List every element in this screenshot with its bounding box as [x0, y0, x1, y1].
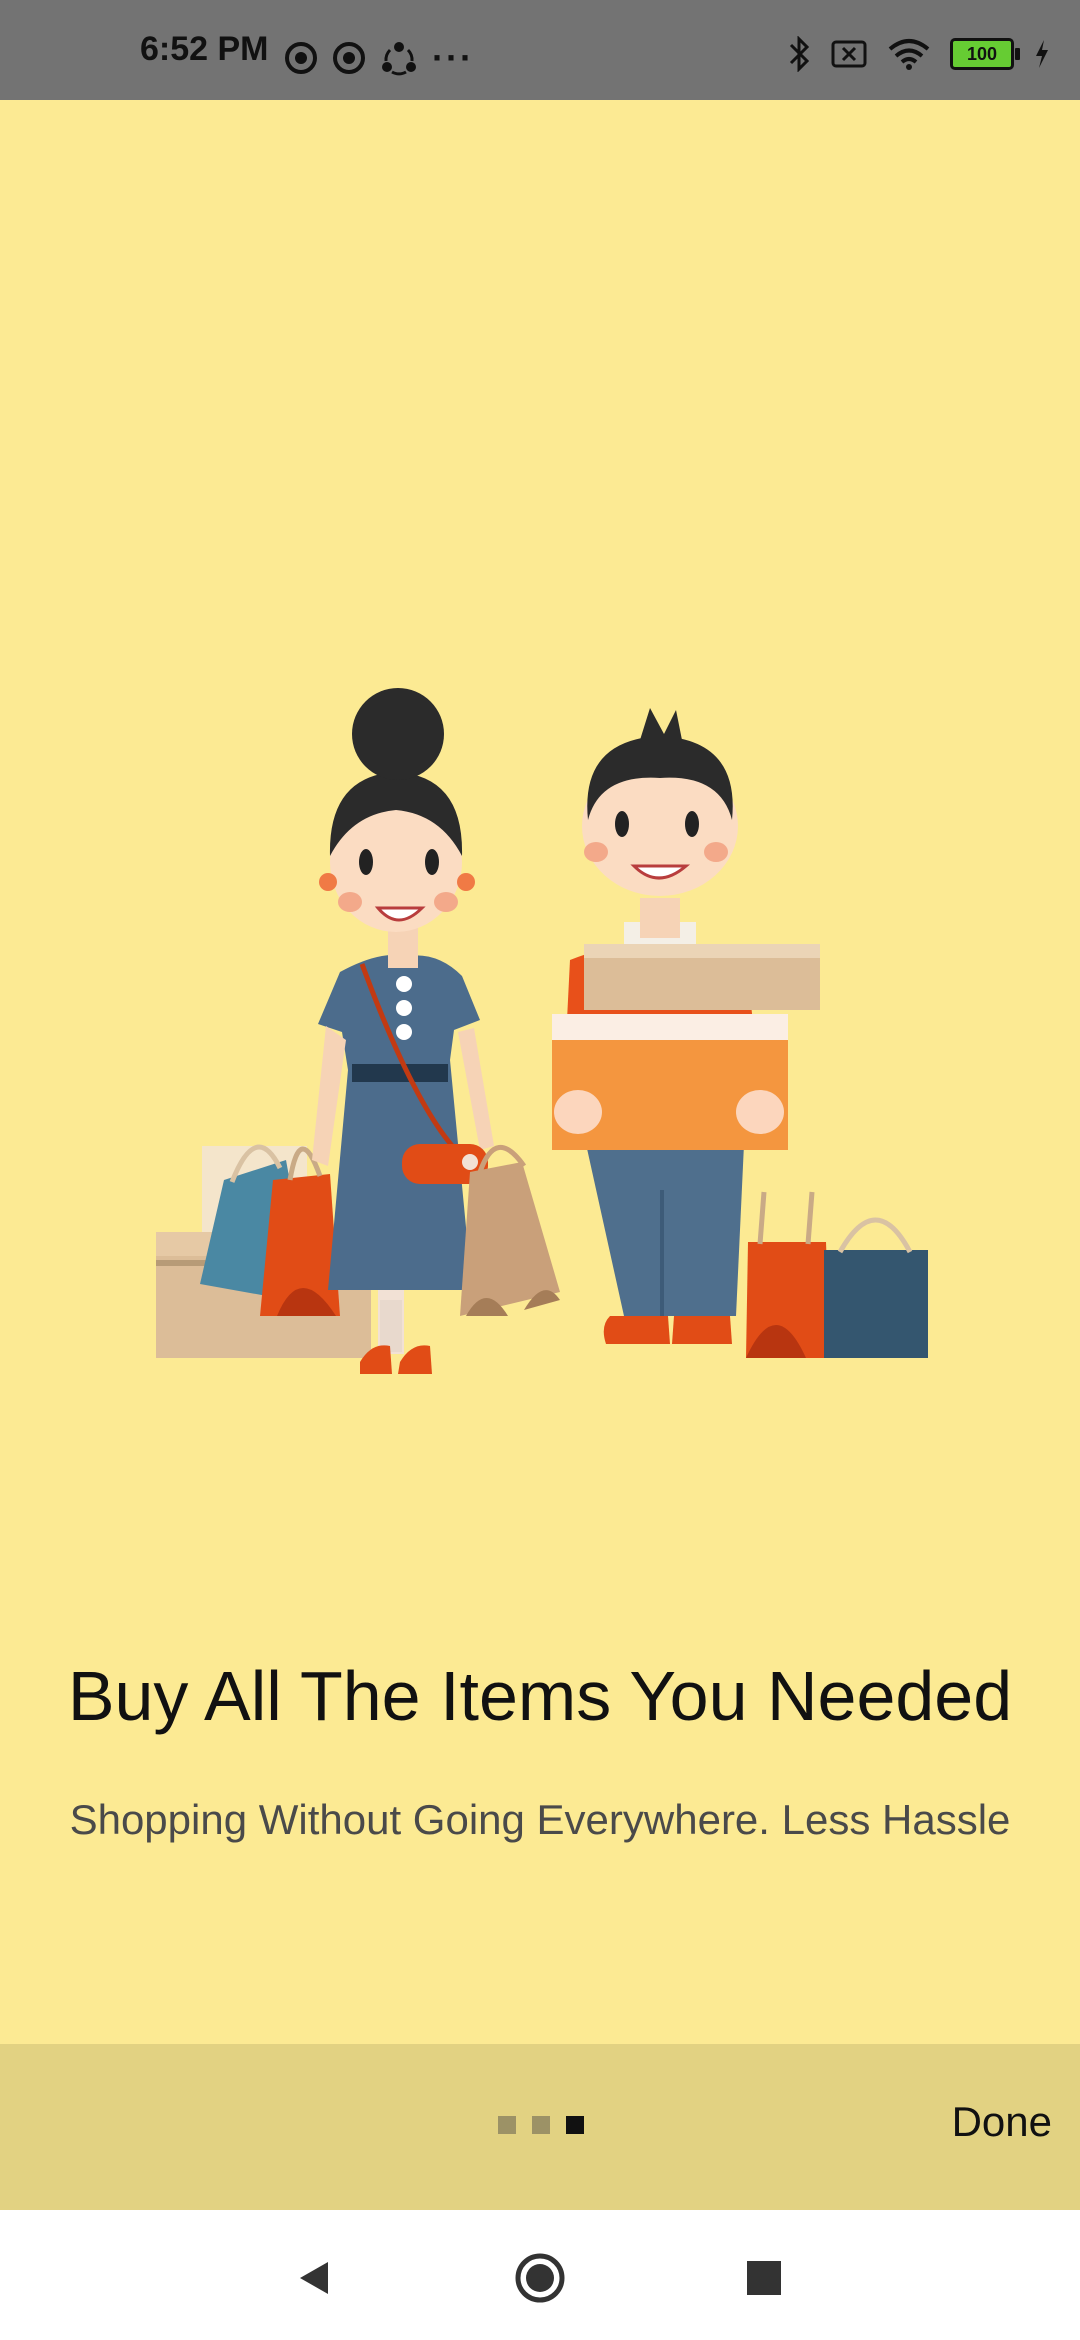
shopping-couple-illustration	[156, 688, 928, 1374]
sync-icon	[382, 42, 416, 76]
battery-icon: 100	[950, 38, 1020, 70]
onboarding-bottom-bar: Done	[0, 2044, 1080, 2210]
home-icon	[515, 2253, 565, 2303]
charging-icon	[1036, 40, 1048, 68]
status-left-icons: ···	[284, 40, 474, 76]
home-button[interactable]	[512, 2250, 568, 2306]
page-subtitle: Shopping Without Going Everywhere. Less …	[69, 1796, 1011, 1843]
onboarding-page: Buy All The Items You Needed Shopping Wi…	[0, 100, 1080, 2044]
more-dots-icon: ···	[432, 37, 474, 78]
battery-level: 100	[966, 43, 998, 64]
page-dot-active[interactable]	[566, 2116, 584, 2134]
status-right-icons: 100	[788, 36, 1050, 72]
status-time: 6:52 PM	[140, 30, 269, 68]
system-nav-bar	[0, 2210, 1080, 2340]
status-bar: 6:52 PM ··· 100	[0, 0, 1080, 100]
page-indicator	[498, 2116, 584, 2134]
recents-button[interactable]	[736, 2250, 792, 2306]
bluetooth-icon	[789, 36, 810, 72]
back-button[interactable]	[286, 2250, 342, 2306]
recents-icon	[747, 2261, 781, 2295]
wifi-icon	[888, 39, 930, 70]
page-dot[interactable]	[532, 2116, 550, 2134]
back-icon	[300, 2262, 328, 2294]
page-dot[interactable]	[498, 2116, 516, 2134]
notification-icon	[285, 42, 317, 74]
no-sim-icon	[831, 40, 867, 68]
done-button[interactable]: Done	[952, 2098, 1052, 2146]
notification-icon	[333, 42, 365, 74]
page-title: Buy All The Items You Needed	[67, 1657, 1013, 1735]
